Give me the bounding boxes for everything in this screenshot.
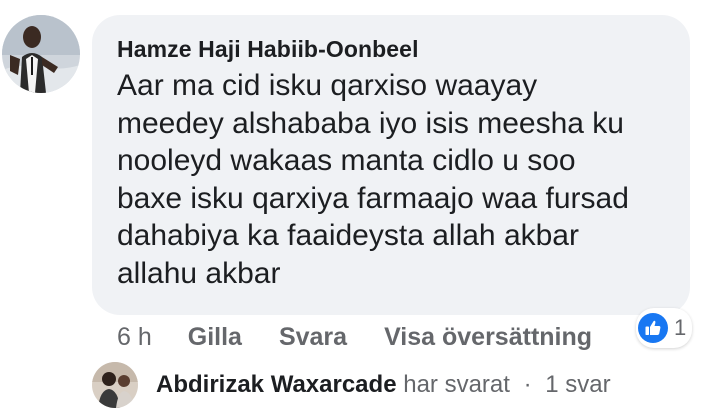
profile-photo-icon (92, 362, 138, 408)
reply-button[interactable]: Svara (279, 323, 347, 352)
replier-avatar (92, 362, 138, 408)
reply-summary: Abdirizak Waxarcade har svarat · 1 svar (156, 371, 611, 399)
comment-actions: 6 h Gilla Svara Visa översättning (117, 319, 629, 355)
reaction-summary[interactable]: 1 (636, 308, 693, 348)
comment-timestamp[interactable]: 6 h (117, 323, 152, 352)
view-replies-link[interactable]: Abdirizak Waxarcade har svarat · 1 svar (92, 362, 611, 408)
replier-name: Abdirizak Waxarcade (156, 371, 397, 398)
thumbs-up-icon (638, 313, 668, 343)
commenter-avatar[interactable] (2, 15, 80, 93)
comment-author[interactable]: Hamze Haji Habiib-Oonbeel (117, 34, 666, 64)
reply-count: 1 svar (545, 371, 611, 398)
profile-photo-icon (2, 15, 80, 93)
comment-text: Aar ma cid isku qarxiso waayay meedey al… (117, 69, 629, 290)
like-button[interactable]: Gilla (188, 323, 242, 352)
reaction-count: 1 (674, 315, 687, 340)
reply-action-text: har svarat (403, 371, 510, 398)
reply-separator: · (523, 371, 532, 398)
comment-thread: Hamze Haji Habiib-Oonbeel Aar ma cid isk… (0, 0, 701, 410)
see-translation-button[interactable]: Visa översättning (384, 323, 592, 352)
comment-bubble: Hamze Haji Habiib-Oonbeel Aar ma cid isk… (92, 15, 690, 315)
